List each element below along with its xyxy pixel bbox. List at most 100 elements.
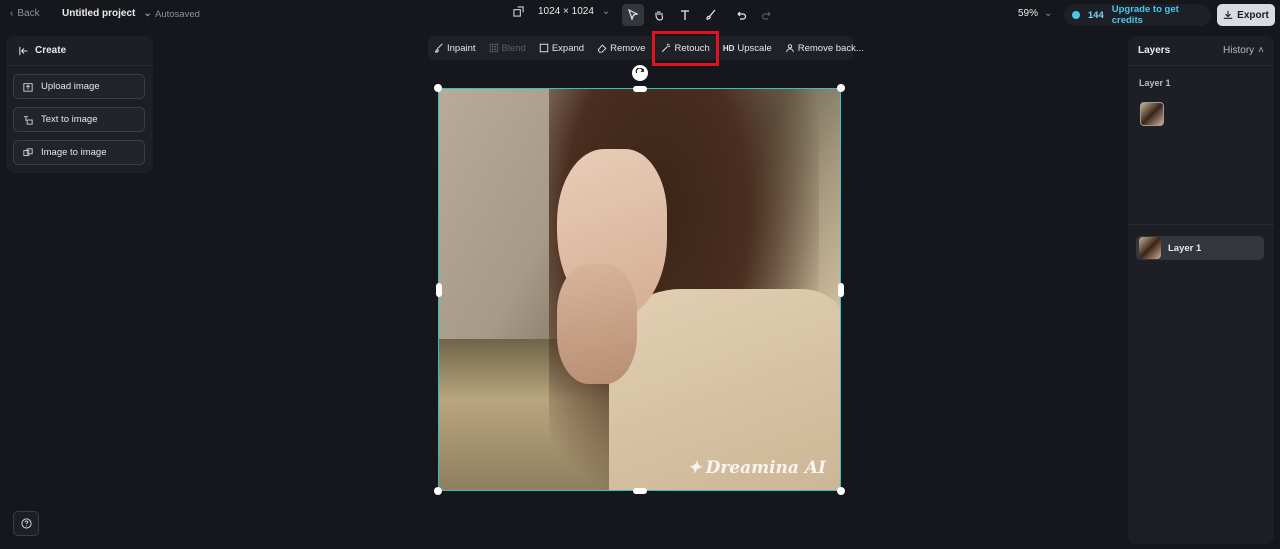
download-icon: [1223, 10, 1233, 19]
remove-background-button[interactable]: Remove back...: [785, 36, 871, 60]
redo-button[interactable]: [756, 4, 778, 26]
resize-handle-top-right[interactable]: [837, 84, 845, 92]
export-label: Export: [1237, 9, 1269, 21]
resize-handle-left[interactable]: [436, 283, 442, 297]
chevron-down-icon: ⌄: [601, 6, 611, 17]
undo-icon: [737, 11, 747, 20]
layer-row[interactable]: Layer 1: [1136, 236, 1264, 260]
canvas-image[interactable]: ✦ Dreamina AI: [438, 88, 841, 491]
history-label: History: [1223, 45, 1255, 56]
help-button[interactable]: [13, 511, 39, 536]
upload-image-icon: [23, 82, 33, 92]
tab-layers[interactable]: Layers: [1138, 45, 1170, 56]
image-to-image-label: Image to image: [41, 147, 107, 158]
top-bar: ‹ Back Untitled project ⌄ Autosaved 1024…: [0, 0, 1280, 30]
project-title: Untitled project: [62, 8, 136, 19]
layers-panel: Layers History ˄ Layer 1 Layer 1: [1128, 36, 1274, 544]
resize-handle-top[interactable]: [633, 86, 647, 92]
text-icon: [681, 10, 689, 20]
canvas-size: 1024 × 1024: [538, 6, 594, 17]
layer-section-label: Layer 1: [1139, 78, 1171, 88]
image-to-image-button[interactable]: Image to image: [13, 140, 145, 165]
photo-hand: [557, 264, 637, 384]
text-tool[interactable]: [674, 4, 696, 26]
autosave-status: Autosaved: [155, 9, 200, 20]
panel-tabs: Layers History ˄: [1128, 36, 1274, 66]
upscale-label: Upscale: [737, 42, 772, 54]
upgrade-link[interactable]: Upgrade to get credits: [1112, 4, 1211, 26]
text-to-image-label: Text to image: [41, 114, 98, 125]
create-panel: Create Upload image Text to image Image …: [6, 36, 153, 173]
hand-icon: [655, 11, 664, 21]
blend-button[interactable]: Blend: [489, 36, 533, 60]
divider: [1128, 224, 1274, 225]
text-to-image-button[interactable]: Text to image: [13, 107, 145, 132]
chevron-down-icon: ⌄: [1044, 8, 1053, 19]
eraser-icon: [597, 44, 607, 53]
resize-handle-bottom[interactable]: [633, 488, 647, 494]
chevron-down-icon: ⌄: [143, 8, 152, 19]
resize-handle-bottom-left[interactable]: [434, 487, 442, 495]
inpaint-label: Inpaint: [447, 42, 476, 54]
create-title: Create: [35, 45, 67, 56]
select-tool[interactable]: [622, 4, 644, 26]
inpaint-icon: [435, 43, 443, 53]
remove-button[interactable]: Remove: [597, 36, 652, 60]
hand-tool[interactable]: [648, 4, 670, 26]
edit-toolbar: Inpaint Blend Expand Remove Retouch HD U…: [428, 30, 864, 66]
text-to-image-icon: [23, 115, 33, 125]
credit-count: 144: [1087, 9, 1104, 21]
export-button[interactable]: Export: [1217, 4, 1275, 26]
hd-icon: HD: [722, 43, 735, 53]
remove-background-label: Remove back...: [797, 42, 864, 54]
resize-handle-top-left[interactable]: [434, 84, 442, 92]
credit-coin-icon: [1072, 11, 1080, 19]
project-title-dropdown[interactable]: Untitled project ⌄: [62, 8, 152, 19]
remove-label: Remove: [610, 42, 646, 54]
back-label: Back: [17, 8, 40, 19]
undo-button[interactable]: [730, 4, 752, 26]
inpaint-button[interactable]: Inpaint: [434, 36, 483, 60]
expand-label: Expand: [551, 42, 585, 54]
blend-label: Blend: [501, 42, 526, 54]
canvas-size-dropdown[interactable]: 1024 × 1024 ⌄: [513, 6, 610, 17]
image-to-image-icon: [23, 147, 33, 156]
canvas-tools: [622, 4, 722, 26]
expand-button[interactable]: Expand: [539, 36, 591, 60]
redo-icon: [761, 11, 771, 20]
history-controls: [730, 4, 778, 26]
chevron-up-icon: ˄: [1258, 45, 1264, 56]
chevron-left-icon: ‹: [10, 8, 14, 19]
watermark: ✦ Dreamina AI: [687, 458, 826, 478]
portrait-photo: ✦ Dreamina AI: [439, 89, 840, 490]
blend-icon: [489, 43, 498, 53]
layer-row-thumbnail: [1139, 237, 1161, 259]
tab-history[interactable]: History ˄: [1223, 45, 1264, 56]
resize-handle-right[interactable]: [838, 283, 844, 297]
retouch-label: Retouch: [674, 42, 710, 54]
watermark-text: Dreamina AI: [705, 458, 826, 478]
back-button[interactable]: ‹ Back: [10, 8, 40, 19]
upload-image-label: Upload image: [41, 81, 100, 92]
expand-icon: [539, 43, 549, 53]
resize-handle-bottom-right[interactable]: [837, 487, 845, 495]
zoom-level: 59%: [1018, 8, 1039, 19]
layer-thumbnail[interactable]: [1140, 102, 1164, 126]
credits-pill[interactable]: 144 Upgrade to get credits: [1064, 4, 1211, 26]
layer-name: Layer 1: [1168, 242, 1202, 254]
upload-image-button[interactable]: Upload image: [13, 74, 145, 99]
brush-icon: [706, 9, 716, 20]
rotate-icon: [635, 68, 644, 74]
upscale-button[interactable]: HD Upscale: [723, 36, 779, 60]
collapse-left-icon: [19, 46, 28, 55]
help-icon: [20, 518, 32, 529]
brush-tool[interactable]: [700, 4, 722, 26]
zoom-dropdown[interactable]: 59% ⌄: [1018, 8, 1052, 19]
remove-background-icon: [785, 44, 794, 53]
watermark-logo-icon: ✦: [687, 458, 702, 478]
retouch-wand-icon: [662, 43, 671, 53]
pointer-icon: [628, 9, 639, 21]
rotate-handle[interactable]: [632, 65, 648, 81]
retouch-button[interactable]: Retouch: [652, 30, 719, 66]
create-header[interactable]: Create: [6, 36, 153, 66]
